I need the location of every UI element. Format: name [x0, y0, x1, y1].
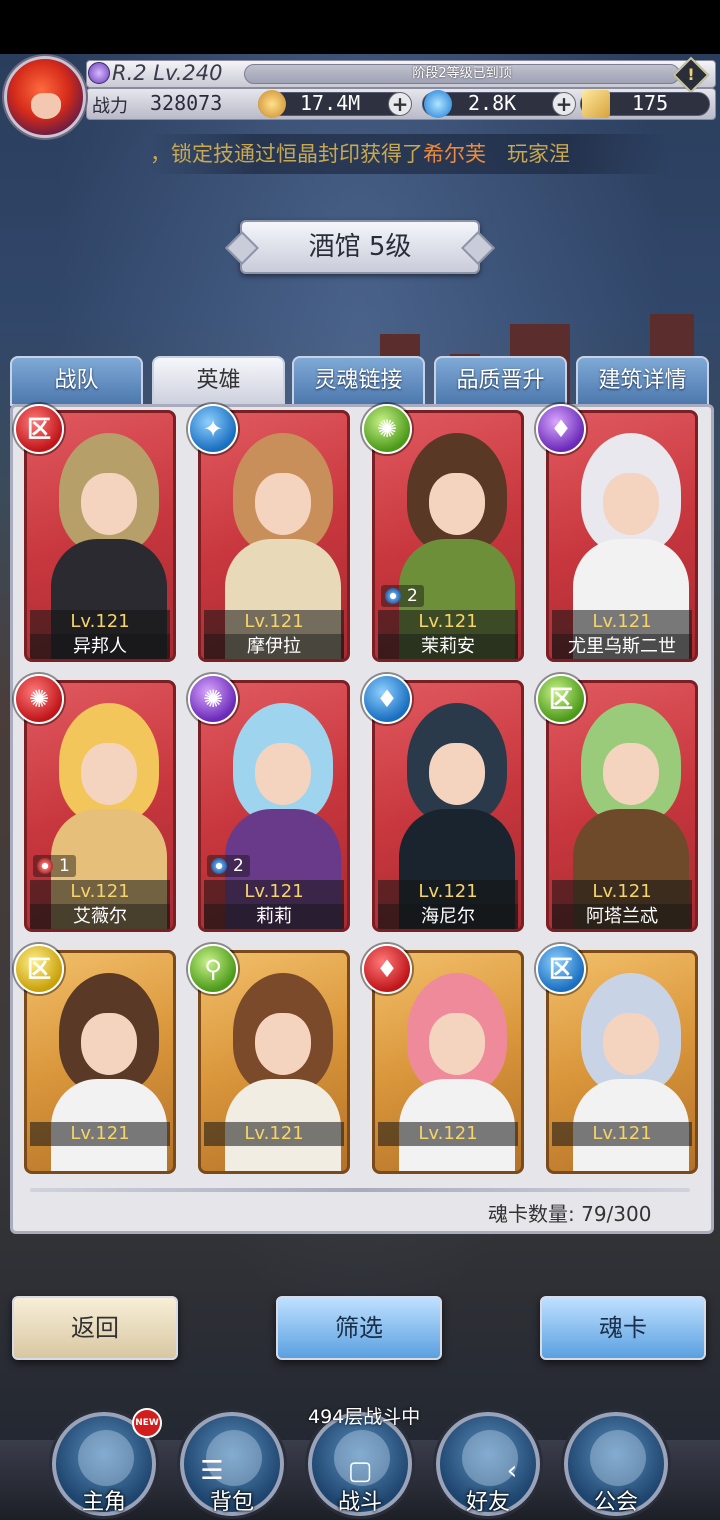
- hero-name: 异邦人: [30, 634, 170, 659]
- player-rank-level: R.2 Lv.240: [112, 61, 223, 85]
- hero-name: 莉莉: [204, 904, 344, 929]
- system-menu-icon[interactable]: ☰: [192, 1456, 232, 1486]
- hero-level: Lv.121: [378, 1122, 518, 1146]
- purple-element-icon: ♦: [536, 404, 586, 454]
- red-element-icon: ✺: [14, 674, 64, 724]
- nav-battle-label: 战斗: [337, 1490, 382, 1515]
- red-element-icon: ♦: [362, 944, 412, 994]
- hero-level: Lv.121: [30, 1122, 170, 1146]
- soul-card-count: 魂卡数量: 79/300: [488, 1202, 652, 1226]
- tavern-title: 酒馆 5级: [240, 220, 480, 274]
- tab-heroes[interactable]: 英雄: [152, 356, 285, 406]
- red-element-icon: 区: [14, 404, 64, 454]
- stage-notice: 阶段2等级已到顶: [412, 66, 512, 81]
- nav-hero-label: 主角: [81, 1490, 126, 1515]
- add-crystal-button[interactable]: +: [552, 92, 576, 116]
- hero-name: 艾薇尔: [30, 904, 170, 929]
- green-element-icon: ✺: [362, 404, 412, 454]
- gold-coin-icon: [258, 90, 286, 118]
- back-button[interactable]: 返回: [12, 1296, 178, 1360]
- awaken-count: 2: [207, 855, 250, 877]
- blue-element-icon: ✦: [188, 404, 238, 454]
- tab-building-details[interactable]: 建筑详情: [576, 356, 709, 406]
- rank-icon: [88, 62, 110, 84]
- hero-level: Lv.121: [552, 880, 692, 904]
- awaken-count: 2: [381, 585, 424, 607]
- hero-level: Lv.121: [204, 880, 344, 904]
- hero-name: 摩伊拉: [204, 634, 344, 659]
- floor-battle-status: 494层战斗中: [308, 1406, 421, 1428]
- system-home-icon[interactable]: ▢: [340, 1456, 380, 1486]
- crystal-amount: 2.8K: [468, 91, 517, 115]
- hero-name: 茉莉安: [378, 634, 518, 659]
- nav-guild-label: 公会: [593, 1490, 638, 1515]
- green-element-icon: 区: [536, 674, 586, 724]
- hero-level: Lv.121: [378, 610, 518, 634]
- blue-element-icon: 区: [536, 944, 586, 994]
- crystal-icon: [424, 90, 452, 118]
- hero-level: Lv.121: [204, 610, 344, 634]
- tab-team[interactable]: 战队: [10, 356, 143, 406]
- nav-friends-label: 好友: [465, 1490, 510, 1515]
- power-value: 328073: [150, 91, 223, 115]
- hero-name: 阿塔兰忒: [552, 904, 692, 929]
- hero-level: Lv.121: [552, 1122, 692, 1146]
- hero-level: Lv.121: [552, 610, 692, 634]
- awaken-count: 1: [33, 855, 76, 877]
- purple-element-icon: ✺: [188, 674, 238, 724]
- power-label: 战力: [92, 96, 128, 117]
- filter-button[interactable]: 筛选: [276, 1296, 442, 1360]
- hero-name: 海尼尔: [378, 904, 518, 929]
- green-element-icon: ⚲: [188, 944, 238, 994]
- gold-amount: 17.4M: [300, 91, 361, 115]
- helmet-icon: [78, 1430, 134, 1486]
- tab-soul-link[interactable]: 灵魂链接: [292, 356, 425, 406]
- new-badge: NEW: [132, 1408, 162, 1438]
- tab-quality-upgrade[interactable]: 品质晋升: [434, 356, 567, 406]
- hero-level: Lv.121: [30, 610, 170, 634]
- ticket-amount: 175: [632, 91, 669, 115]
- hero-level: Lv.121: [378, 880, 518, 904]
- nav-bag-label: 背包: [209, 1490, 254, 1515]
- yellow-element-icon: 区: [14, 944, 64, 994]
- soul-card-button[interactable]: 魂卡: [540, 1296, 706, 1360]
- scroll-divider: [30, 1188, 690, 1192]
- ticket-icon: [582, 90, 610, 118]
- hero-level: Lv.121: [204, 1122, 344, 1146]
- blue-element-icon: ♦: [362, 674, 412, 724]
- status-bar: [0, 0, 720, 54]
- hero-level: Lv.121: [30, 880, 170, 904]
- hero-name: 尤里乌斯二世: [552, 634, 692, 659]
- player-avatar[interactable]: [4, 56, 86, 138]
- system-back-icon[interactable]: ‹: [492, 1456, 532, 1486]
- guild-crest-icon: [590, 1430, 646, 1486]
- announcement-ticker: ，锁定技通过恒晶封印获得了希尔芙 玩家涅: [150, 134, 670, 174]
- add-gold-button[interactable]: +: [388, 92, 412, 116]
